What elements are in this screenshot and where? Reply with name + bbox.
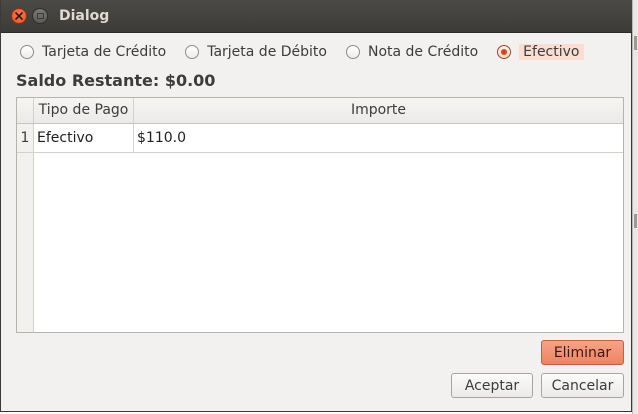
window-title: Dialog — [59, 8, 110, 24]
radio-tarjeta-debito[interactable]: Tarjeta de Débito — [183, 42, 330, 62]
remaining-balance-label: Saldo Restante: $0.00 — [16, 71, 216, 90]
payment-type-radio-group: Tarjeta de Crédito Tarjeta de Débito Not… — [18, 42, 601, 62]
cell-importe[interactable]: $110.0 — [134, 124, 623, 152]
eliminar-button[interactable]: Eliminar — [541, 340, 624, 365]
cancelar-button[interactable]: Cancelar — [541, 373, 624, 398]
table-header: Tipo de Pago Importe — [17, 98, 623, 124]
table-row[interactable]: 1 Efectivo $110.0 — [17, 124, 623, 153]
radio-unchecked-icon[interactable] — [20, 45, 34, 59]
background-window-edge — [632, 0, 638, 414]
close-icon — [15, 12, 23, 20]
close-window-button[interactable] — [11, 8, 27, 24]
radio-label: Tarjeta de Débito — [207, 44, 327, 60]
radio-tarjeta-credito[interactable]: Tarjeta de Crédito — [18, 42, 169, 62]
radio-label: Efectivo — [519, 44, 584, 60]
minimize-icon — [36, 13, 44, 19]
radio-unchecked-icon[interactable] — [345, 45, 360, 59]
cell-tipo-de-pago[interactable]: Efectivo — [34, 124, 134, 152]
column-header-importe[interactable]: Importe — [134, 98, 623, 123]
table-corner[interactable] — [17, 98, 34, 123]
background-window-mark — [634, 214, 637, 228]
payments-table[interactable]: Tipo de Pago Importe 1 Efectivo $110.0 — [16, 97, 624, 333]
radio-nota-credito[interactable]: Nota de Crédito — [344, 42, 481, 62]
background-window-mark — [634, 36, 637, 50]
dialog-window: Dialog Tarjeta de Crédito Tarjeta de Déb… — [0, 0, 633, 412]
radio-checked-icon[interactable] — [497, 45, 512, 59]
column-header-tipo-de-pago[interactable]: Tipo de Pago — [34, 98, 134, 123]
title-bar[interactable]: Dialog — [1, 0, 633, 33]
minimize-window-button[interactable] — [32, 8, 48, 24]
aceptar-button[interactable]: Aceptar — [451, 373, 533, 398]
radio-label: Tarjeta de Crédito — [42, 44, 167, 60]
radio-unchecked-icon[interactable] — [185, 45, 200, 59]
radio-label: Nota de Crédito — [367, 44, 479, 60]
row-number[interactable]: 1 — [17, 124, 34, 152]
radio-efectivo[interactable]: Efectivo — [495, 42, 586, 62]
